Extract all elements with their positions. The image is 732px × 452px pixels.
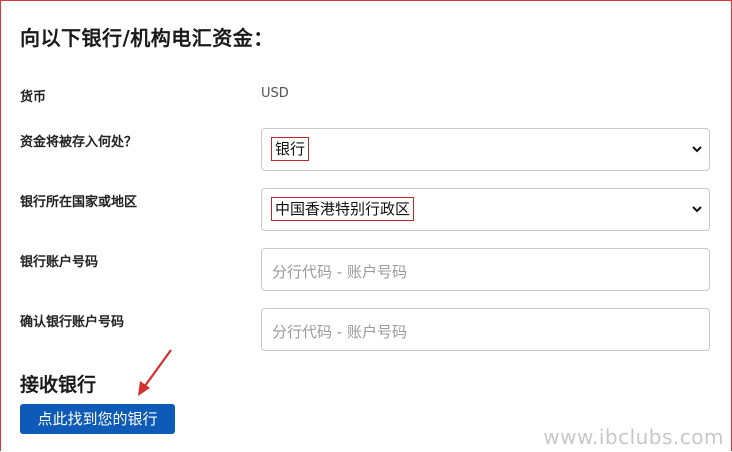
deposit-target-label: 资金将被存入何处？	[20, 135, 138, 150]
confirm-account-number-label: 确认银行账户号码	[20, 315, 125, 330]
account-number-input[interactable]: 分行代码 - 账户号码	[261, 248, 710, 291]
find-bank-button[interactable]: 点此找到您的银行	[20, 404, 175, 434]
confirm-account-number-input[interactable]: 分行代码 - 账户号码	[261, 308, 710, 351]
red-arrow-icon	[138, 349, 172, 396]
account-number-label: 银行账户号码	[20, 255, 99, 270]
currency-value: USD	[261, 86, 289, 101]
deposit-target-selected-value: 银行	[271, 137, 310, 161]
chevron-down-icon	[692, 146, 702, 153]
confirm-account-number-placeholder: 分行代码 - 账户号码	[272, 323, 407, 341]
chevron-down-icon	[692, 206, 702, 213]
deposit-target-select[interactable]: 银行	[261, 128, 710, 171]
currency-label: 货币	[20, 90, 47, 105]
receiving-bank-title: 接收银行	[20, 374, 97, 396]
bank-country-label: 银行所在国家或地区	[20, 195, 138, 210]
bank-country-selected-value: 中国香港特别行政区	[271, 197, 415, 221]
bank-country-select[interactable]: 中国香港特别行政区	[261, 188, 710, 231]
page-title: 向以下银行/机构电汇资金：	[20, 26, 274, 50]
account-number-placeholder: 分行代码 - 账户号码	[272, 263, 407, 281]
watermark: www.ibclubs.com	[543, 425, 724, 449]
